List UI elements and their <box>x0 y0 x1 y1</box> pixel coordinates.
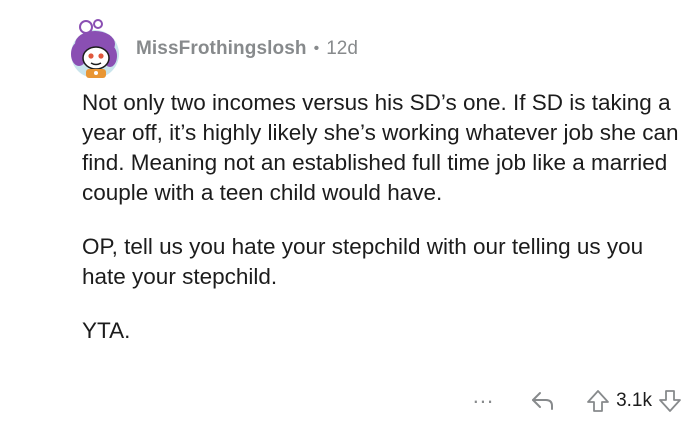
reply-icon <box>532 392 554 410</box>
downvote-icon <box>659 390 681 412</box>
comment-paragraph-2: OP, tell us you hate your stepchild with… <box>82 234 644 289</box>
downvote-button[interactable] <box>658 389 682 413</box>
author-row: MissFrothingslosh • 12d <box>136 38 358 60</box>
upvote-button[interactable] <box>586 389 610 413</box>
vote-score: 3.1k <box>616 390 652 411</box>
comment-actions: ... 3.1k <box>473 384 682 418</box>
avatar-image <box>71 19 119 78</box>
reply-button[interactable] <box>530 390 556 412</box>
avatar[interactable] <box>66 18 124 80</box>
comment-paragraph-1: Not only two incomes versus his SD’s one… <box>82 90 679 205</box>
username-link[interactable]: MissFrothingslosh <box>136 38 307 60</box>
comment-paragraph-3: YTA. <box>82 318 131 343</box>
upvote-icon <box>587 390 609 412</box>
comment-header: MissFrothingslosh • 12d <box>66 6 358 92</box>
comment: MissFrothingslosh • 12d Not only two inc… <box>0 0 700 426</box>
comment-timestamp[interactable]: 12d <box>326 38 358 60</box>
meta-separator: • <box>313 40 320 57</box>
comment-body: Not only two incomes versus his SD’s one… <box>82 88 682 370</box>
more-options-button[interactable]: ... <box>473 385 494 411</box>
